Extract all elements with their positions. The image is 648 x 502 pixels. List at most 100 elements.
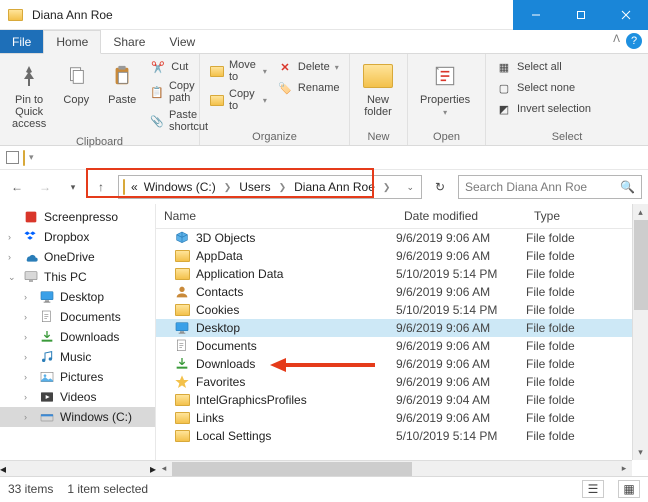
new-folder-icon	[362, 60, 394, 92]
chevron-right-icon[interactable]: ❯	[222, 182, 234, 193]
horizontal-scrollbar[interactable]: ◂▸	[156, 460, 632, 476]
search-placeholder: Search Diana Ann Roe	[465, 180, 587, 194]
chevron-right-icon[interactable]: ❯	[381, 182, 393, 193]
tab-home[interactable]: Home	[43, 30, 101, 54]
minimize-button[interactable]	[513, 0, 558, 30]
column-type[interactable]: Type	[526, 204, 648, 228]
group-label-clipboard: Clipboard	[8, 134, 191, 148]
tree-item[interactable]: ⌄This PC	[0, 267, 155, 287]
file-row[interactable]: Local Settings5/10/2019 5:14 PMFile fold…	[156, 427, 648, 445]
select-none-button[interactable]: ▢Select none	[494, 79, 593, 97]
nav-up-button[interactable]: ↑	[90, 176, 112, 198]
delete-button[interactable]: ✕Delete▾	[275, 58, 342, 76]
pin-icon	[13, 60, 45, 92]
crumb-users[interactable]: Users	[239, 180, 270, 194]
address-bar[interactable]: « Windows (C:) ❯ Users ❯ Diana Ann Roe ❯…	[118, 175, 422, 199]
file-row[interactable]: Links9/6/2019 9:06 AMFile folde	[156, 409, 648, 427]
group-label-open: Open	[416, 129, 477, 143]
rename-icon: 🏷️	[277, 80, 293, 96]
move-to-button[interactable]: Move to▾	[208, 58, 269, 84]
view-details-button[interactable]: ☰	[582, 480, 604, 498]
file-row[interactable]: IntelGraphicsProfiles9/6/2019 9:04 AMFil…	[156, 391, 648, 409]
copy-path-icon: 📋	[150, 84, 164, 100]
tree-item[interactable]: ›Documents	[0, 307, 155, 327]
column-date[interactable]: Date modified	[396, 204, 526, 228]
file-row[interactable]: Desktop9/6/2019 9:06 AMFile folde	[156, 319, 648, 337]
tab-file[interactable]: File	[0, 30, 43, 53]
paste-button[interactable]: Paste	[102, 58, 142, 108]
nav-forward-button[interactable]: →	[34, 176, 56, 198]
address-dropdown-icon[interactable]: ⌄	[406, 182, 417, 193]
select-none-icon: ▢	[496, 80, 512, 96]
tab-share[interactable]: Share	[101, 30, 157, 53]
column-headers[interactable]: Name Date modified Type	[156, 204, 648, 229]
delete-icon: ✕	[277, 59, 293, 75]
nav-back-button[interactable]: ←	[6, 176, 28, 198]
crumb-windows-c[interactable]: Windows (C:)	[144, 180, 216, 194]
paste-icon	[106, 60, 138, 92]
tree-item[interactable]: ›Dropbox	[0, 227, 155, 247]
file-row[interactable]: Cookies5/10/2019 5:14 PMFile folde	[156, 301, 648, 319]
ribbon-collapse-icon[interactable]: ᐱ	[613, 34, 620, 45]
invert-selection-icon: ◩	[496, 101, 512, 117]
rename-button[interactable]: 🏷️Rename	[275, 79, 342, 97]
file-row[interactable]: Contacts9/6/2019 9:06 AMFile folde	[156, 283, 648, 301]
refresh-button[interactable]: ↻	[428, 180, 452, 194]
file-row[interactable]: Favorites9/6/2019 9:06 AMFile folde	[156, 373, 648, 391]
pin-quick-access-button[interactable]: Pin to Quick access	[8, 58, 50, 132]
search-icon: 🔍	[620, 180, 635, 194]
tree-item[interactable]: ›Downloads	[0, 327, 155, 347]
properties-icon	[429, 60, 461, 92]
titlebar: Diana Ann Roe	[0, 0, 648, 30]
qat-folder-icon	[23, 151, 25, 165]
tree-item[interactable]: ›Videos	[0, 387, 155, 407]
chevron-right-icon[interactable]: ❯	[277, 182, 289, 193]
copy-to-button[interactable]: Copy to▾	[208, 87, 269, 113]
close-button[interactable]	[603, 0, 648, 30]
nav-tree[interactable]: Screenpresso›Dropbox›OneDrive⌄This PC›De…	[0, 204, 156, 460]
quick-access-toolbar: ▾	[0, 146, 648, 170]
file-row[interactable]: Documents9/6/2019 9:06 AMFile folde	[156, 337, 648, 355]
tree-item[interactable]: ›Music	[0, 347, 155, 367]
file-row[interactable]: Application Data5/10/2019 5:14 PMFile fo…	[156, 265, 648, 283]
tree-horizontal-scrollbar[interactable]: ◂▸	[0, 460, 156, 476]
address-row: ← → ▾ ↑ « Windows (C:) ❯ Users ❯ Diana A…	[0, 170, 648, 204]
column-name[interactable]: Name	[156, 204, 396, 228]
copy-to-icon	[210, 92, 224, 108]
file-row[interactable]: 3D Objects9/6/2019 9:06 AMFile folde	[156, 229, 648, 247]
tree-item[interactable]: ›OneDrive	[0, 247, 155, 267]
tab-view[interactable]: View	[157, 30, 207, 53]
search-input[interactable]: Search Diana Ann Roe 🔍	[458, 175, 642, 199]
tree-item[interactable]: ›Pictures	[0, 367, 155, 387]
tree-item[interactable]: ›Windows (C:)	[0, 407, 155, 427]
file-row[interactable]: AppData9/6/2019 9:06 AMFile folde	[156, 247, 648, 265]
invert-selection-button[interactable]: ◩Invert selection	[494, 100, 593, 118]
ribbon: Pin to Quick access Copy Paste ✂️Cut 📋Co…	[0, 54, 648, 146]
properties-button[interactable]: Properties ▾	[416, 58, 474, 119]
status-item-count: 33 items	[8, 482, 53, 496]
file-list: Name Date modified Type 3D Objects9/6/20…	[156, 204, 648, 476]
move-to-icon	[210, 63, 224, 79]
help-icon[interactable]: ?	[626, 33, 642, 49]
qat-dropdown-icon[interactable]: ▾	[29, 152, 34, 163]
new-folder-button[interactable]: New folder	[358, 58, 398, 120]
vertical-scrollbar[interactable]: ▴▾	[632, 204, 648, 460]
crumb-diana-ann-roe[interactable]: Diana Ann Roe	[294, 180, 375, 194]
file-row[interactable]: Downloads9/6/2019 9:06 AMFile folde	[156, 355, 648, 373]
status-selected-count: 1 item selected	[67, 482, 148, 496]
group-label-organize: Organize	[208, 129, 341, 143]
copy-icon	[60, 60, 92, 92]
tree-item[interactable]: Screenpresso	[0, 207, 155, 227]
group-label-select: Select	[494, 129, 640, 143]
copy-button[interactable]: Copy	[56, 58, 96, 108]
window-icon	[0, 9, 30, 21]
view-icons-button[interactable]: ▦	[618, 480, 640, 498]
window-title: Diana Ann Roe	[30, 8, 113, 22]
tree-item[interactable]: ›Desktop	[0, 287, 155, 307]
address-folder-icon	[123, 180, 125, 194]
nav-history-dropdown[interactable]: ▾	[62, 176, 84, 198]
select-all-button[interactable]: ▦Select all	[494, 58, 593, 76]
group-label-new: New	[358, 129, 399, 143]
qat-checkbox[interactable]	[6, 151, 19, 164]
maximize-button[interactable]	[558, 0, 603, 30]
